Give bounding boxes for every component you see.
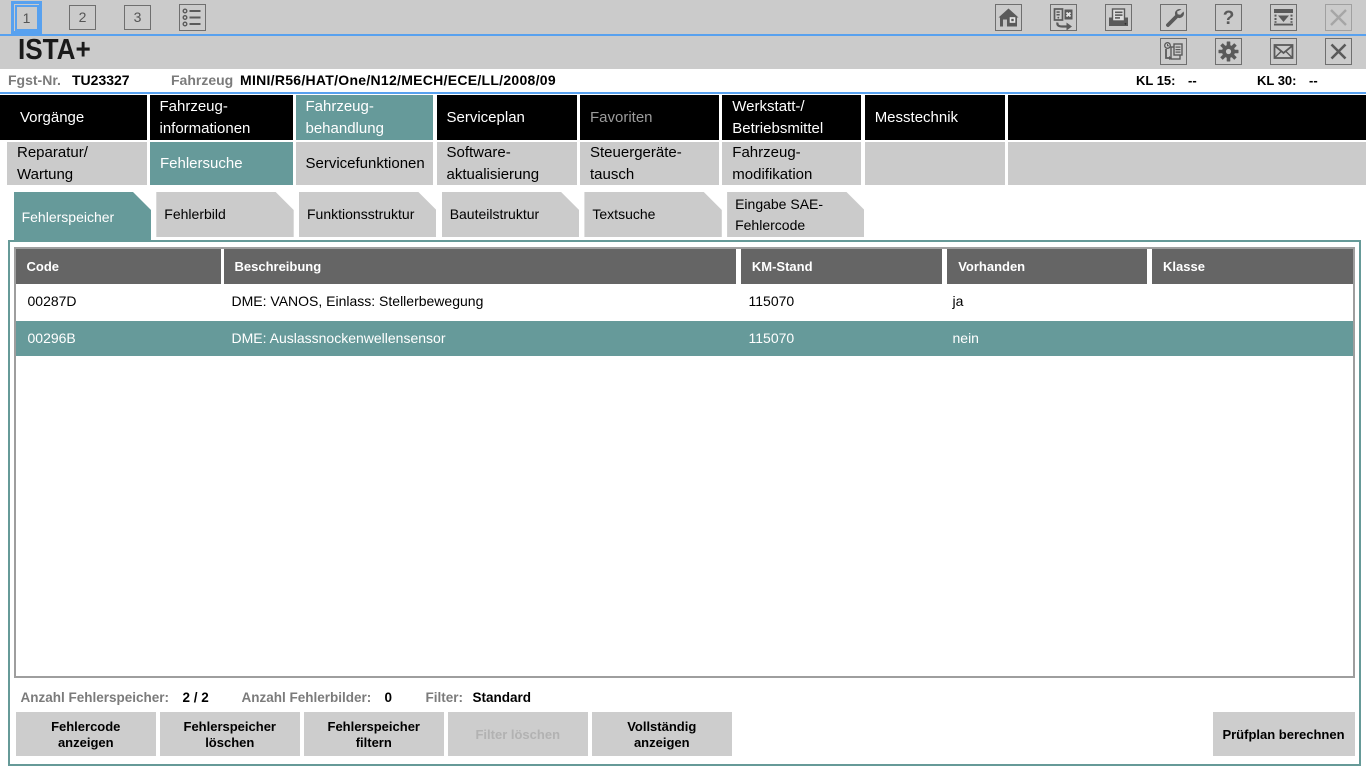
svg-text:?: ? [1223, 8, 1235, 29]
